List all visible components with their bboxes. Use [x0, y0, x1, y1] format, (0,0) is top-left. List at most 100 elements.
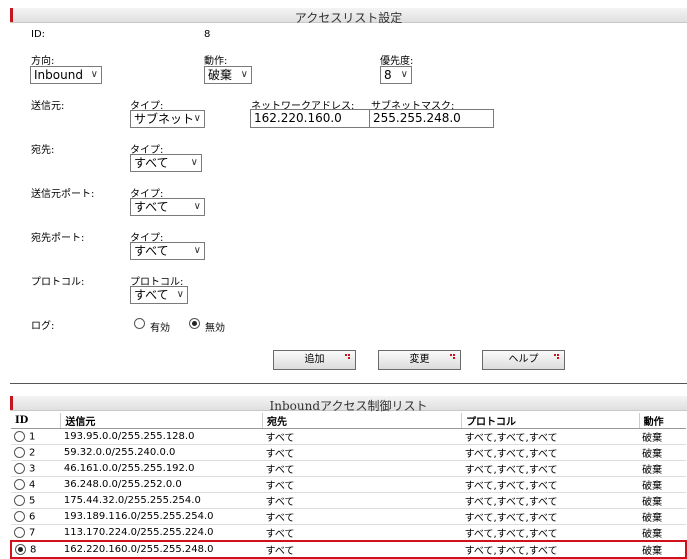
row-destination: すべて: [262, 428, 462, 445]
dest-port-type-select[interactable]: すべて ∨: [130, 242, 205, 260]
log-disabled-radio[interactable]: [189, 318, 200, 329]
log-disabled-label: 無効: [205, 323, 225, 334]
corner-mark-icon: [554, 354, 560, 360]
row-action: 破棄: [639, 492, 686, 509]
chevron-down-icon: ∨: [240, 69, 248, 80]
table-row[interactable]: 4 36.248.0.0/255.252.0.0 すべて すべて,すべて,すべて…: [11, 476, 686, 493]
row-source: 193.95.0.0/255.255.128.0: [60, 428, 263, 445]
source-port-label: 送信元ポート:: [31, 189, 95, 200]
acl-section-header: Inboundアクセス制御リスト: [10, 396, 687, 413]
row-id: 7: [29, 527, 36, 539]
row-source: 46.161.0.0/255.255.192.0: [60, 460, 263, 477]
row-destination: すべて: [262, 460, 462, 477]
row-action: 破棄: [639, 476, 686, 493]
row-source: 113.170.224.0/255.255.224.0: [60, 524, 263, 542]
log-enabled-radio[interactable]: [134, 318, 145, 329]
column-header-source: 送信元: [60, 413, 264, 429]
row-select-radio[interactable]: [14, 462, 25, 474]
subnet-mask-input[interactable]: 255.255.248.0: [369, 109, 494, 128]
row-action: 破棄: [639, 428, 686, 445]
row-action: 破棄: [639, 444, 686, 461]
row-source: 193.189.116.0/255.255.254.0: [60, 508, 263, 525]
row-protocol: すべて,すべて,すべて: [461, 524, 640, 542]
row-protocol: すべて,すべて,すべて: [461, 508, 640, 525]
source-type-select[interactable]: サブネット ∨: [130, 110, 205, 128]
destination-label: 宛先:: [31, 145, 55, 156]
row-action: 破棄: [639, 508, 686, 525]
priority-select-value: 8: [384, 68, 392, 82]
table-row[interactable]: 3 46.161.0.0/255.255.192.0 すべて すべて,すべて,す…: [11, 460, 686, 477]
row-id-cell: 8: [10, 540, 61, 559]
row-source: 59.32.0.0/255.240.0.0: [60, 444, 263, 461]
row-destination: すべて: [262, 540, 462, 559]
row-id-cell: 2: [11, 444, 61, 461]
table-row[interactable]: 6 193.189.116.0/255.255.254.0 すべて すべて,すべ…: [11, 508, 686, 525]
protocol-select[interactable]: すべて ∨: [130, 286, 188, 304]
table-row[interactable]: 2 59.32.0.0/255.240.0.0 すべて すべて,すべて,すべて …: [11, 444, 686, 461]
row-select-radio[interactable]: [14, 510, 25, 522]
row-id: 6: [29, 511, 36, 523]
row-source: 36.248.0.0/255.252.0.0: [60, 476, 263, 493]
row-protocol: すべて,すべて,すべて: [461, 540, 640, 559]
direction-select[interactable]: Inbound ∨: [30, 66, 102, 84]
help-button[interactable]: ヘルプ: [482, 350, 565, 370]
row-destination: すべて: [262, 524, 462, 542]
row-id: 3: [29, 463, 36, 475]
source-port-type-select[interactable]: すべて ∨: [130, 198, 205, 216]
action-select[interactable]: 破棄 ∨: [204, 66, 252, 84]
source-label: 送信元:: [31, 101, 65, 112]
section-divider: [10, 383, 687, 384]
chevron-down-icon: ∨: [193, 201, 201, 212]
row-id-cell: 3: [11, 460, 61, 477]
row-destination: すべて: [262, 444, 462, 461]
row-destination: すべて: [262, 476, 462, 493]
row-id-cell: 6: [11, 508, 61, 525]
table-row[interactable]: 1 193.95.0.0/255.255.128.0 すべて すべて,すべて,す…: [11, 428, 686, 445]
row-id-cell: 1: [11, 428, 61, 445]
row-select-radio[interactable]: [14, 446, 25, 458]
acl-title: Inboundアクセス制御リスト: [269, 399, 428, 413]
change-button-label: 変更: [409, 354, 430, 365]
add-button-label: 追加: [304, 354, 325, 365]
source-type-value: サブネット: [134, 112, 195, 126]
id-value: 8: [204, 29, 211, 40]
protocol-label: プロトコル:: [31, 277, 85, 288]
chevron-down-icon: ∨: [193, 113, 201, 124]
row-protocol: すべて,すべて,すべて: [461, 428, 640, 445]
table-row-selected[interactable]: 8 162.220.160.0/255.255.248.0 すべて すべて,すべ…: [10, 540, 687, 559]
priority-label: 優先度:: [380, 56, 414, 67]
row-protocol: すべて,すべて,すべて: [461, 492, 640, 509]
row-destination: すべて: [262, 508, 462, 525]
chevron-down-icon: ∨: [193, 245, 201, 256]
row-protocol: すべて,すべて,すべて: [461, 460, 640, 477]
destination-type-select[interactable]: すべて ∨: [130, 154, 202, 172]
log-label: ログ:: [31, 321, 55, 332]
settings-title: アクセスリスト設定: [294, 11, 403, 25]
row-destination: すべて: [262, 492, 462, 509]
log-enabled-label: 有効: [150, 323, 170, 334]
row-select-radio[interactable]: [14, 430, 25, 442]
table-header-row: ID 送信元 宛先 プロトコル 動作: [11, 413, 686, 429]
destination-type-value: すべて: [134, 156, 169, 170]
change-button[interactable]: 変更: [378, 350, 461, 370]
chevron-down-icon: ∨: [90, 69, 98, 80]
row-action: 破棄: [639, 524, 686, 542]
priority-select[interactable]: 8 ∨: [380, 66, 412, 84]
network-address-input[interactable]: 162.220.160.0: [250, 109, 370, 128]
table-row[interactable]: 5 175.44.32.0/255.255.254.0 すべて すべて,すべて,…: [11, 492, 686, 509]
row-id: 8: [30, 544, 37, 556]
row-select-radio[interactable]: [14, 494, 25, 506]
chevron-down-icon: ∨: [190, 157, 198, 168]
table-row[interactable]: 7 113.170.224.0/255.255.224.0 すべて すべて,すべ…: [11, 524, 686, 542]
row-id: 1: [29, 431, 36, 443]
source-port-type-value: すべて: [134, 200, 169, 214]
action-label: 動作:: [204, 56, 228, 67]
column-header-destination: 宛先: [262, 413, 463, 429]
row-id-cell: 5: [11, 492, 61, 509]
row-select-radio[interactable]: [15, 543, 26, 555]
row-select-radio[interactable]: [14, 478, 25, 490]
row-select-radio[interactable]: [14, 526, 25, 538]
add-button[interactable]: 追加: [273, 350, 356, 370]
direction-select-value: Inbound: [34, 68, 83, 82]
row-id-cell: 4: [11, 476, 61, 493]
